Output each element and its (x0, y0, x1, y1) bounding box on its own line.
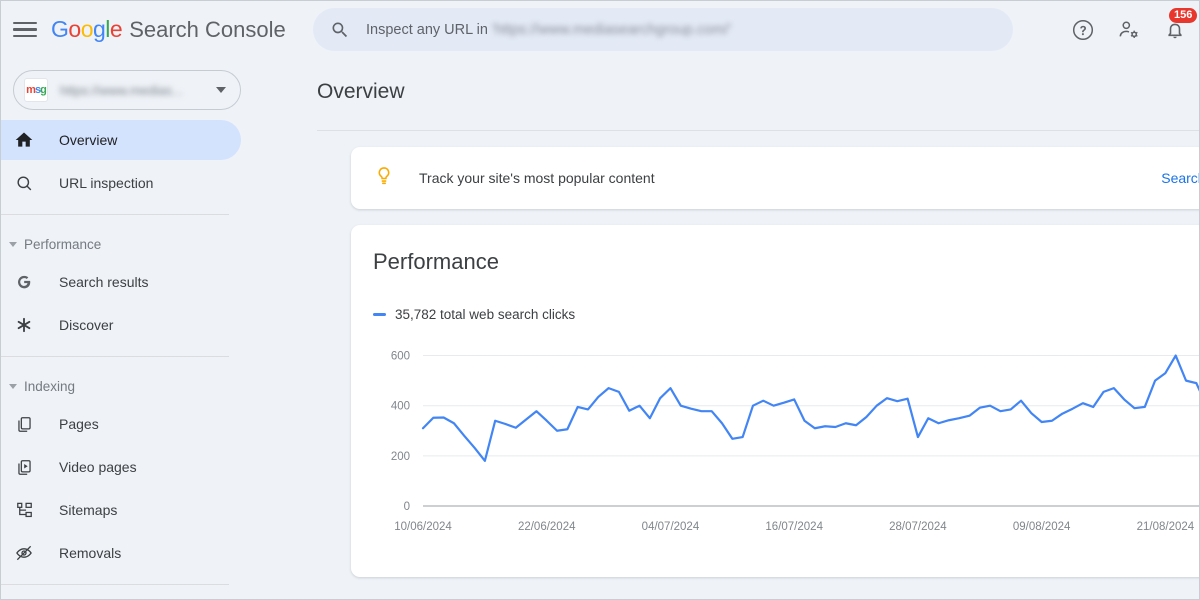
sidebar-section-label: Performance (24, 236, 102, 252)
legend-label: 35,782 total web search clicks (395, 307, 576, 322)
brand: Google Search Console (51, 16, 286, 43)
notification-badge: 156 (1169, 7, 1198, 24)
search-placeholder-prefix: Inspect any URL in (366, 21, 488, 38)
chart-x-tick-label: 21/08/2024 (1137, 521, 1195, 533)
hamburger-menu-icon[interactable] (13, 18, 37, 42)
notifications-bell-icon[interactable]: 156 (1163, 7, 1198, 42)
chart-x-tick-label: 10/06/2024 (394, 521, 452, 533)
sidebar: msg https://www.medias... Overview URL i… (1, 58, 301, 599)
performance-chart[interactable]: 0 200 400 600 10/06/2024 22/06/2024 04/07/2024… (351, 333, 1199, 548)
sidebar-section-indexing[interactable]: Indexing (1, 371, 301, 401)
account-settings-icon[interactable] (1117, 18, 1141, 42)
search-console-insights-link[interactable]: Search Console Insights (1161, 170, 1199, 186)
chart-x-tick-label: 16/07/2024 (765, 521, 823, 533)
performance-card: Performance Full report 35,782 total web… (351, 225, 1199, 577)
property-url: https://www.medias... (60, 82, 183, 98)
property-selector[interactable]: msg https://www.medias... (13, 70, 241, 110)
sidebar-item-sitemaps[interactable]: Sitemaps (1, 490, 241, 530)
eye-off-icon (13, 543, 35, 563)
main-content: Overview Track your site's most popular … (301, 58, 1199, 599)
sidebar-item-discover[interactable]: Discover (1, 305, 241, 345)
legend-swatch (373, 313, 386, 316)
divider (1, 584, 229, 585)
chart-y-tick-label: 200 (391, 451, 410, 463)
pages-icon (13, 415, 35, 434)
search-placeholder-url: 'https://www.mediasearchgroup.com/' (491, 21, 732, 38)
chevron-down-icon (216, 87, 226, 93)
chart-x-tick-label: 09/08/2024 (1013, 521, 1071, 533)
chevron-down-icon (9, 383, 17, 389)
app-header: Google Search Console Inspect any URL in… (1, 1, 1199, 58)
chart-y-tick-label: 0 (404, 501, 410, 513)
sitemaps-icon (13, 501, 35, 520)
divider (317, 130, 1199, 131)
sidebar-item-label: Overview (59, 132, 118, 148)
search-console-insights-card: Track your site's most popular content S… (351, 147, 1199, 209)
sidebar-section-performance[interactable]: Performance (1, 229, 301, 259)
home-icon (13, 130, 35, 150)
help-icon[interactable] (1071, 18, 1095, 42)
divider (1, 214, 229, 215)
url-inspection-search-bar[interactable]: Inspect any URL in 'https://www.mediasea… (313, 8, 1013, 51)
chart-x-tick-label: 28/07/2024 (889, 521, 947, 533)
property-favicon-icon: msg (24, 78, 48, 102)
sidebar-item-label: Sitemaps (59, 502, 118, 518)
chevron-down-icon (9, 241, 17, 247)
sidebar-section-label: Indexing (24, 378, 76, 394)
sidebar-item-removals[interactable]: Removals (1, 533, 241, 573)
divider (1, 356, 229, 357)
product-name: Search Console (129, 17, 286, 42)
performance-title: Performance (373, 249, 499, 274)
chart-legend: 35,782 total web search clicks (373, 307, 575, 322)
lightbulb-icon (373, 165, 395, 192)
google-logo: Google (51, 16, 123, 42)
sidebar-item-search-results[interactable]: Search results (1, 262, 241, 302)
chart-series-line (421, 354, 1199, 462)
sidebar-item-label: URL inspection (59, 175, 154, 191)
search-icon (13, 174, 35, 193)
page-title: Overview (317, 80, 405, 103)
search-console-window: Google Search Console Inspect any URL in… (0, 0, 1200, 600)
sidebar-item-label: Search results (59, 274, 149, 290)
chart-x-tick-label: 22/06/2024 (518, 521, 576, 533)
chart-x-tick-label: 04/07/2024 (642, 521, 700, 533)
sidebar-item-video-pages[interactable]: Video pages (1, 447, 241, 487)
video-pages-icon (13, 458, 35, 477)
sidebar-item-overview[interactable]: Overview (1, 120, 241, 160)
sidebar-item-pages[interactable]: Pages (1, 404, 241, 444)
search-icon (332, 22, 348, 37)
sidebar-item-label: Video pages (59, 459, 137, 475)
sidebar-item-label: Discover (59, 317, 114, 333)
sidebar-item-url-inspection[interactable]: URL inspection (1, 163, 241, 203)
sidebar-item-label: Removals (59, 545, 122, 561)
chart-y-tick-label: 600 (391, 351, 410, 363)
sidebar-item-label: Pages (59, 416, 99, 432)
header-actions: 156 (1071, 1, 1198, 58)
insights-message: Track your site's most popular content (419, 170, 655, 186)
chart-y-tick-label: 400 (391, 401, 410, 413)
search-placeholder: Inspect any URL in 'https://www.mediasea… (366, 22, 731, 38)
asterisk-icon (13, 315, 35, 335)
google-g-icon (13, 272, 35, 292)
